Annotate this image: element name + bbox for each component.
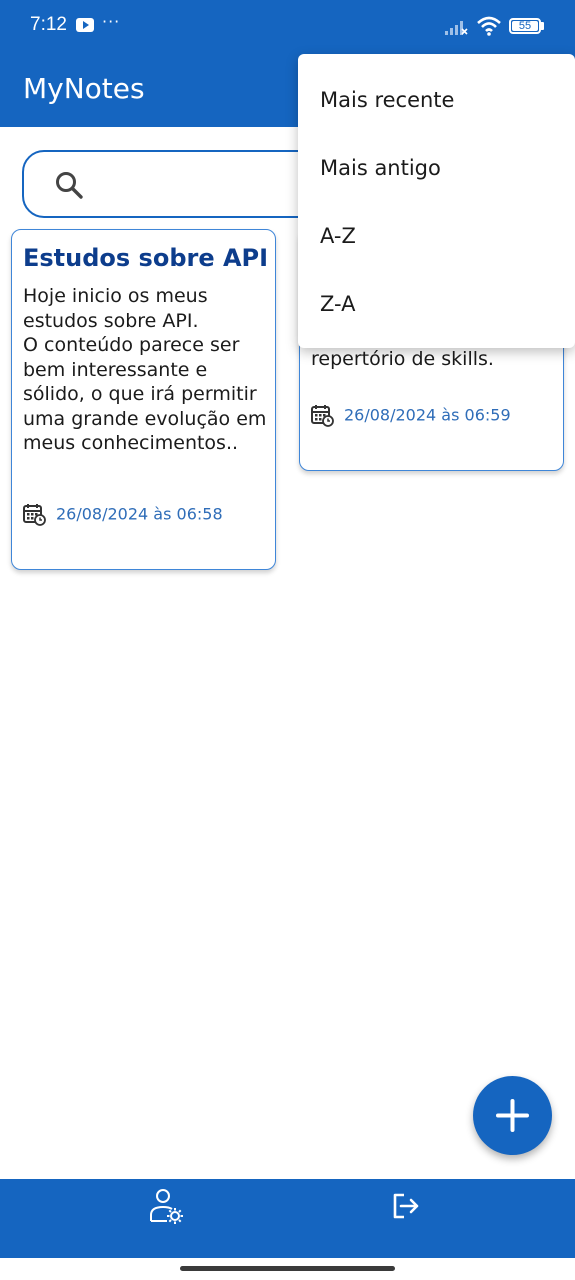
- plus-icon: [496, 1099, 529, 1132]
- battery-level: 55: [512, 21, 538, 32]
- battery-tip: [541, 22, 544, 30]
- signal-icon: [445, 21, 468, 35]
- note-date: 26/08/2024 às 06:59: [310, 403, 511, 427]
- battery-icon: 55: [509, 18, 541, 34]
- more-notifications-icon: ···: [102, 12, 121, 31]
- note-card[interactable]: Estudos sobre API Hoje inicio os meus es…: [11, 229, 276, 570]
- note-date: 26/08/2024 às 06:58: [22, 502, 223, 526]
- menu-item-a-z[interactable]: A-Z: [320, 224, 356, 248]
- note-title: Estudos sobre API: [23, 244, 269, 272]
- sort-menu: Mais recente Mais antigo A-Z Z-A: [298, 54, 575, 348]
- menu-item-z-a[interactable]: Z-A: [320, 292, 356, 316]
- menu-item-most-recent[interactable]: Mais recente: [320, 88, 454, 112]
- calendar-clock-icon: [23, 504, 46, 526]
- app-title: MyNotes: [23, 72, 145, 105]
- note-date-text: 26/08/2024 às 06:59: [344, 405, 511, 425]
- status-bar: 7:12 ··· 55: [0, 0, 575, 54]
- search-icon: [56, 172, 83, 199]
- note-body: Hoje inicio os meus estudos sobre API. O…: [23, 285, 267, 454]
- note-date-text: 26/08/2024 às 06:58: [56, 504, 223, 524]
- user-settings-icon[interactable]: [147, 1187, 187, 1227]
- menu-item-oldest[interactable]: Mais antigo: [320, 156, 441, 180]
- wifi-icon: [477, 16, 501, 36]
- status-time: 7:12: [30, 14, 67, 35]
- youtube-icon: [76, 18, 94, 32]
- home-indicator[interactable]: [180, 1266, 395, 1271]
- calendar-clock-icon: [311, 405, 334, 427]
- logout-icon[interactable]: [390, 1190, 422, 1222]
- bottom-nav: [0, 1179, 575, 1258]
- add-note-button[interactable]: [473, 1076, 552, 1155]
